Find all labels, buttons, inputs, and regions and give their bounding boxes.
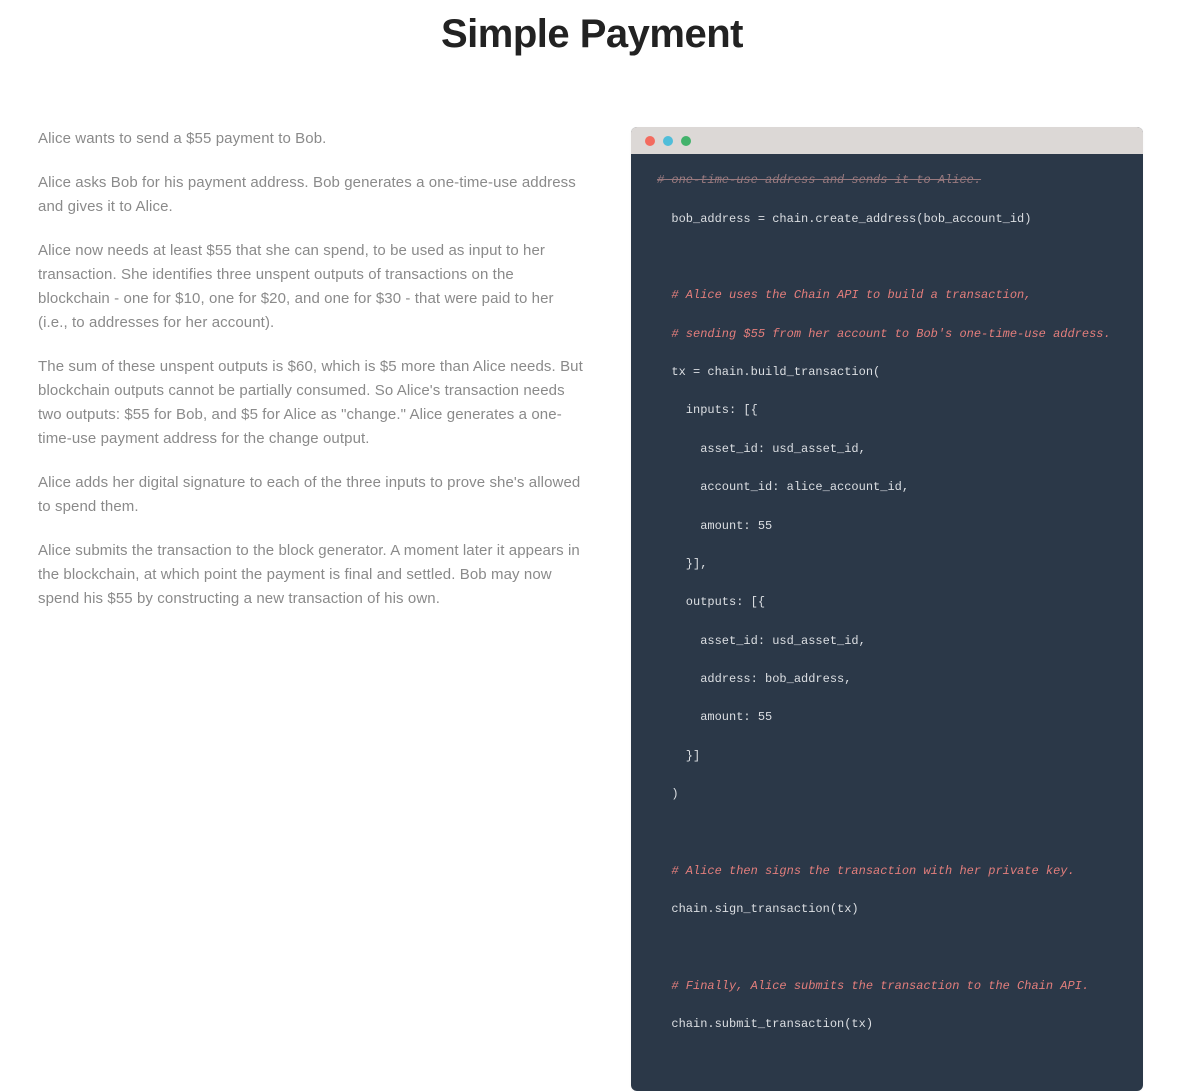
code-line: amount: 55 bbox=[657, 517, 1117, 536]
code-body: # one-time-use address and sends it to A… bbox=[631, 154, 1143, 1091]
code-blank bbox=[657, 939, 1117, 958]
code-line: }] bbox=[657, 747, 1117, 766]
code-line: tx = chain.build_transaction( bbox=[657, 363, 1117, 382]
code-blank bbox=[657, 248, 1117, 267]
code-line: chain.sign_transaction(tx) bbox=[657, 900, 1117, 919]
paragraph: Alice submits the transaction to the blo… bbox=[38, 539, 583, 611]
code-line: asset_id: usd_asset_id, bbox=[657, 440, 1117, 459]
content-columns: Alice wants to send a $55 payment to Bob… bbox=[38, 127, 1146, 1091]
code-line: # one-time-use address and sends it to A… bbox=[657, 171, 1117, 190]
window-close-icon bbox=[645, 136, 655, 146]
code-line: bob_address = chain.create_address(bob_a… bbox=[657, 210, 1117, 229]
code-line: asset_id: usd_asset_id, bbox=[657, 632, 1117, 651]
code-line: outputs: [{ bbox=[657, 593, 1117, 612]
paragraph: Alice asks Bob for his payment address. … bbox=[38, 171, 583, 219]
page-title: Simple Payment bbox=[38, 12, 1146, 57]
window-zoom-icon bbox=[681, 136, 691, 146]
code-comment: # Alice uses the Chain API to build a tr… bbox=[657, 286, 1117, 305]
window-titlebar bbox=[631, 127, 1143, 154]
code-line: inputs: [{ bbox=[657, 401, 1117, 420]
code-comment: # Alice then signs the transaction with … bbox=[657, 862, 1117, 881]
code-comment: # Finally, Alice submits the transaction… bbox=[657, 977, 1117, 996]
code-blank bbox=[657, 824, 1117, 843]
code-comment: # sending $55 from her account to Bob's … bbox=[657, 325, 1117, 344]
paragraph: Alice now needs at least $55 that she ca… bbox=[38, 239, 583, 335]
code-line: }], bbox=[657, 555, 1117, 574]
code-line: amount: 55 bbox=[657, 708, 1117, 727]
code-line: address: bob_address, bbox=[657, 670, 1117, 689]
paragraph: Alice wants to send a $55 payment to Bob… bbox=[38, 127, 583, 151]
code-line: ) bbox=[657, 785, 1117, 804]
code-line: chain.submit_transaction(tx) bbox=[657, 1015, 1117, 1034]
prose-column: Alice wants to send a $55 payment to Bob… bbox=[38, 127, 583, 1091]
paragraph: The sum of these unspent outputs is $60,… bbox=[38, 355, 583, 451]
code-window: # one-time-use address and sends it to A… bbox=[631, 127, 1143, 1091]
window-minimize-icon bbox=[663, 136, 673, 146]
paragraph: Alice adds her digital signature to each… bbox=[38, 471, 583, 519]
code-line: account_id: alice_account_id, bbox=[657, 478, 1117, 497]
